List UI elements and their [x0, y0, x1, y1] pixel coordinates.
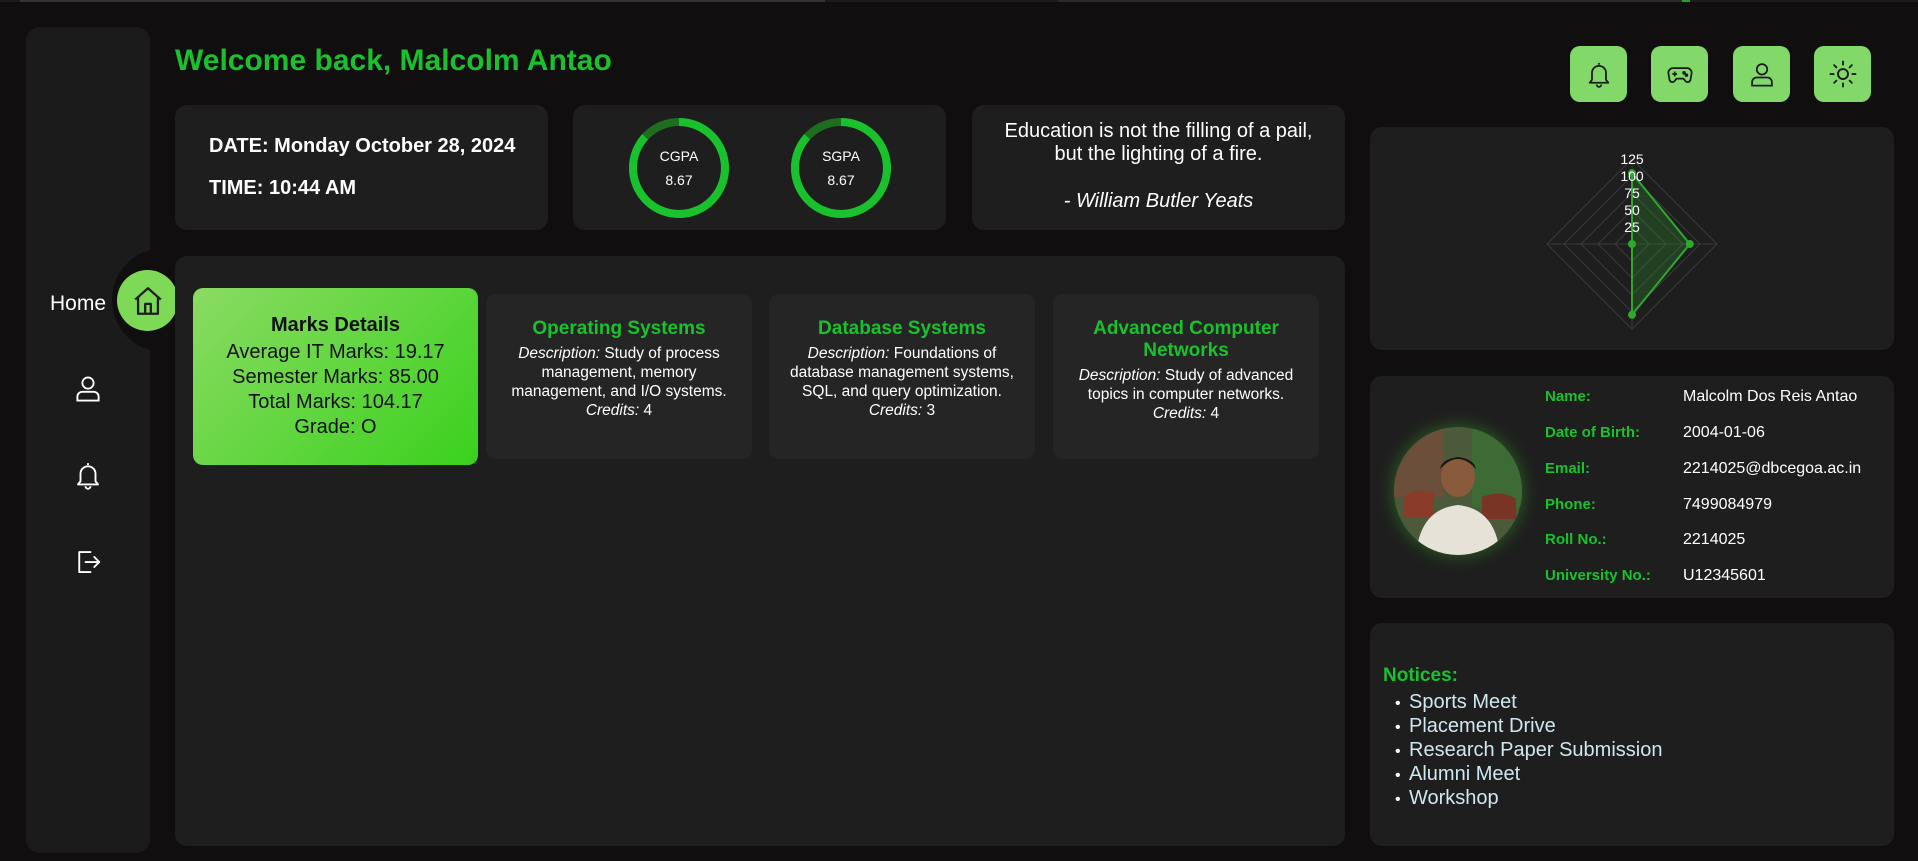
notifications-button[interactable] [1570, 46, 1627, 102]
marks-title: Marks Details [271, 314, 400, 336]
average-it-marks: Average IT Marks: 19.17 [226, 341, 445, 363]
course-credits: Credits: 4 [585, 402, 653, 419]
radar-tick-label: 75 [1624, 185, 1640, 201]
profile-label: University No.: [1545, 567, 1651, 584]
sidebar-item-profile[interactable] [70, 370, 106, 406]
bell-icon [77, 463, 99, 490]
radar-chart: 125100755025 [1546, 151, 1718, 330]
avatar [1394, 427, 1522, 555]
quote-author: - William Butler Yeats [1063, 190, 1254, 212]
profile-label: Date of Birth: [1545, 424, 1640, 441]
notice-item[interactable]: Workshop [1395, 787, 1894, 811]
sidebar-item-logout[interactable] [70, 544, 106, 580]
notices-card: Notices: Sports Meet Placement Drive Res… [1370, 623, 1894, 846]
radar-point [1628, 310, 1636, 319]
semester-marks: Semester Marks: 85.00 [232, 366, 439, 388]
gpa-card: CGPA 8.67 SGPA 8.67 [573, 105, 946, 230]
course-card[interactable]: Advanced Computer Networks Description: … [1053, 294, 1319, 459]
cgpa-label: CGPA [659, 148, 699, 164]
top-progress-line [0, 0, 1918, 2]
profile-value: U12345601 [1683, 567, 1766, 584]
course-description: Description: Study of advanced topics in… [1078, 367, 1294, 403]
home-icon [133, 286, 162, 315]
profile-value: 7499084979 [1683, 496, 1772, 513]
sgpa-value: 8.67 [827, 172, 855, 188]
notice-item[interactable]: Sports Meet [1395, 691, 1894, 715]
radar-point [1628, 240, 1636, 248]
notice-item[interactable]: Research Paper Submission [1395, 739, 1894, 763]
profile-button[interactable] [1733, 46, 1790, 102]
course-card[interactable]: Operating Systems Description: Study of … [486, 294, 752, 459]
total-marks: Total Marks: 104.17 [248, 391, 423, 413]
date-text: DATE: Monday October 28, 2024 [209, 135, 516, 157]
cgpa-value: 8.67 [665, 172, 693, 188]
course-card[interactable]: Database Systems Description: Foundation… [769, 294, 1035, 459]
course-credits: Credits: 4 [1152, 405, 1220, 422]
profile-value: 2004-01-06 [1683, 424, 1765, 441]
profile-label: Phone: [1545, 496, 1596, 513]
radar-series-area [1631, 170, 1692, 318]
profile-label: Name: [1545, 388, 1591, 405]
course-description: Description: Foundations of database man… [789, 345, 1014, 400]
course-credits: Credits: 3 [868, 402, 936, 419]
profile-label: Email: [1545, 460, 1591, 477]
profile-card: Name: Malcolm Dos Reis Antao Date of Birt… [1370, 376, 1894, 598]
sun-icon [1829, 60, 1856, 88]
course-title: Operating Systems [532, 318, 706, 339]
notices-title: Notices: [1383, 665, 1458, 686]
user-icon [76, 376, 100, 402]
radar-point [1685, 240, 1694, 248]
logout-icon [78, 551, 101, 573]
profile-value: Malcolm Dos Reis Antao [1683, 388, 1858, 405]
marks-details-card[interactable]: Marks Details Average IT Marks: 19.17 Se… [193, 288, 478, 465]
bell-icon [1588, 62, 1609, 88]
marks-radar-chart-card: 125 100 75 50 25 [1370, 127, 1894, 350]
sidebar [26, 27, 150, 853]
quote-line-2: but the lighting of a fire. [1054, 143, 1263, 165]
sgpa-label: SGPA [822, 148, 860, 164]
course-title: Advanced Computer Networks [1093, 318, 1279, 361]
cgpa-ring: CGPA 8.67 [627, 116, 731, 220]
notice-item[interactable]: Placement Drive [1395, 715, 1894, 739]
datetime-card: DATE: Monday October 28, 2024 TIME: 10:4… [175, 105, 548, 230]
quote-line-1: Education is not the filling of a pail, [1004, 120, 1313, 142]
course-title: Database Systems [818, 318, 986, 339]
sidebar-item-notifications[interactable] [70, 457, 106, 493]
radar-tick-label: 125 [1620, 151, 1644, 167]
theme-toggle-button[interactable] [1814, 46, 1871, 102]
user-icon [1750, 63, 1773, 87]
course-description: Description: Study of process management… [511, 345, 727, 400]
radar-tick-label: 50 [1624, 202, 1640, 218]
notices-list: Sports Meet Placement Drive Research Pap… [1383, 691, 1894, 811]
page-title: Welcome back, Malcolm Antao [175, 44, 612, 77]
gamepad-icon [1666, 67, 1693, 83]
time-text: TIME: 10:44 AM [209, 177, 357, 199]
radar-tick-label: 25 [1624, 219, 1640, 235]
games-button[interactable] [1651, 46, 1708, 102]
profile-value: 2214025@dbcegoa.ac.in [1683, 460, 1862, 477]
profile-label: Roll No.: [1545, 531, 1607, 548]
profile-value: 2214025 [1683, 531, 1746, 548]
notice-item[interactable]: Alumni Meet [1395, 763, 1894, 787]
sgpa-ring: SGPA 8.67 [789, 116, 893, 220]
quote-card: Education is not the filling of a pail, … [972, 105, 1345, 230]
radar-tick-label: 100 [1620, 168, 1644, 184]
sidebar-item-home[interactable] [117, 270, 178, 331]
sidebar-item-home-label[interactable]: Home [50, 292, 106, 316]
grade: Grade: O [294, 416, 377, 438]
